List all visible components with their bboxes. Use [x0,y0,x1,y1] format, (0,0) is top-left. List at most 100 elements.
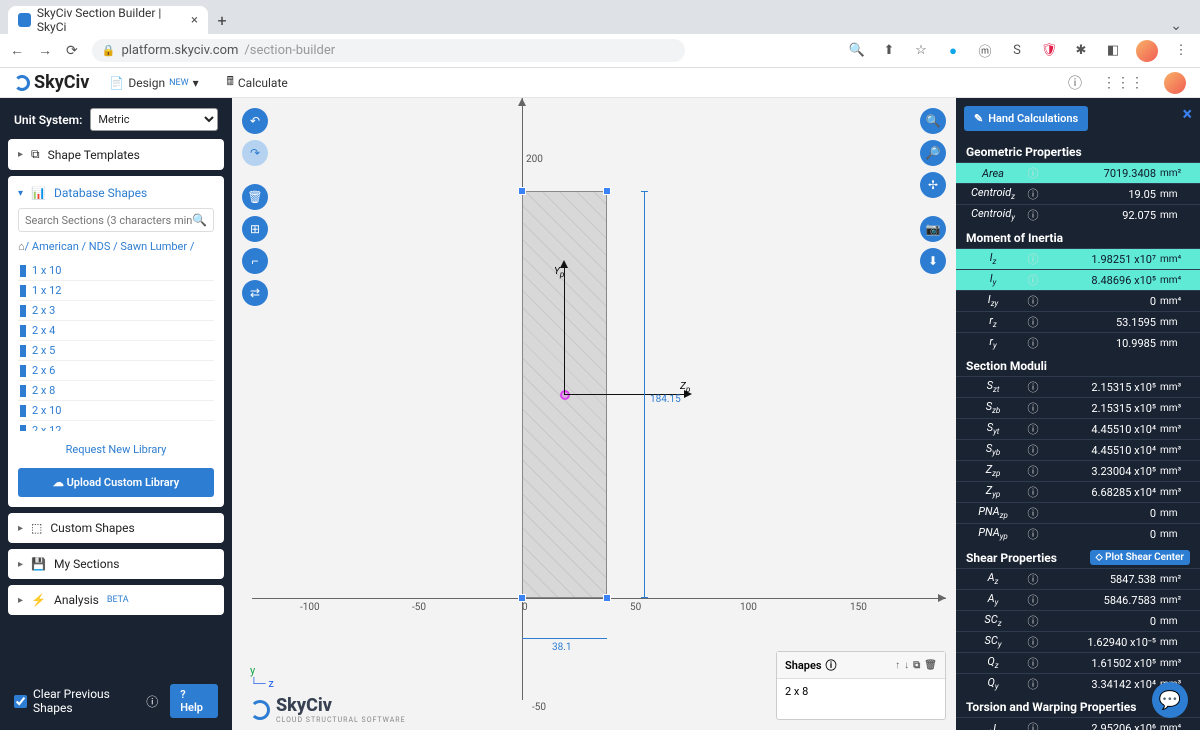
database-shapes-header[interactable]: ▾ 📊 Database Shapes [18,186,214,200]
upload-library-button[interactable]: ☁ Upload Custom Library [18,468,214,497]
forward-icon[interactable]: → [38,42,52,59]
clear-previous-checkbox[interactable] [14,695,27,708]
info-icon[interactable]: ⓘ [1024,272,1042,288]
request-library-link[interactable]: Request New Library [18,439,214,460]
back-icon[interactable]: ← [10,42,24,59]
shape-item[interactable]: 2 x 6 [18,361,214,381]
info-icon[interactable]: ⓘ [1024,379,1042,395]
info-icon[interactable]: ⓘ [1024,613,1042,629]
panel-custom-shapes[interactable]: ▸ ⬚ Custom Shapes [8,513,224,543]
info-icon[interactable]: ⓘ [1024,655,1042,671]
url-field[interactable]: 🔒 platform.skyciv.com/section-builder [92,39,685,62]
shape-item[interactable]: 2 x 4 [18,321,214,341]
home-icon[interactable]: ⌂ [18,240,25,253]
info-icon[interactable]: ⓘ [1024,571,1042,587]
shape-list[interactable]: 1 x 101 x 122 x 32 x 42 x 52 x 62 x 82 x… [18,261,214,431]
info-icon[interactable]: ⓘ [1024,314,1042,330]
copy-icon[interactable]: ⧉ [913,660,920,671]
hand-calculations-button[interactable]: ✎ Hand Calculations [964,106,1088,131]
shape-item[interactable]: 2 x 5 [18,341,214,361]
app-logo[interactable]: SkyCiv [14,72,89,93]
handle-tr[interactable] [603,187,611,195]
panel-my-sections[interactable]: ▸ 💾 My Sections [8,549,224,579]
search-page-icon[interactable]: 🔍 [848,42,866,60]
info-icon[interactable]: ⓘ [1024,442,1042,458]
help-button[interactable]: ? Help [170,684,218,718]
breadcrumb[interactable]: ⌂/ American / NDS / Sawn Lumber / [18,240,214,253]
browser-tab[interactable]: SkyCiv Section Builder | SkyCi × [8,6,208,34]
chat-icon[interactable]: 💬 [1152,682,1188,718]
shape-item[interactable]: 2 x 12 [18,421,214,431]
menu-design[interactable]: 📄 Design NEW ▾ [109,72,198,93]
sidepanel-icon[interactable]: ◧ [1104,42,1122,60]
shape-item[interactable]: 2 x 8 [18,381,214,401]
ext2-icon[interactable]: ⓜ [976,42,994,60]
new-tab-button[interactable]: + [208,6,236,34]
ext3-icon[interactable]: S [1008,42,1026,60]
tool-download-icon[interactable]: ⬇ [920,248,946,274]
selected-shape[interactable]: 2 x 8 [785,685,808,698]
info-icon[interactable]: ⓘ [1024,335,1042,351]
tool-fit-icon[interactable]: ✢ [920,172,946,198]
help-icon[interactable]: ⓘ [1068,73,1082,93]
tool-undo-icon[interactable]: ↶ [242,108,268,134]
info-icon[interactable]: ⓘ [1024,421,1042,437]
tabs-chevron-icon[interactable]: ⌄ [1170,18,1192,34]
info-icon[interactable]: ⓘ [1024,720,1042,730]
bookmark-icon[interactable]: ☆ [912,42,930,60]
info-icon[interactable]: ⓘ [1024,400,1042,416]
reload-icon[interactable]: ⟳ [66,43,78,59]
shapes-panel-body[interactable]: 2 x 8 [777,679,945,719]
info-icon[interactable]: ⓘ [826,657,837,673]
panel-analysis[interactable]: ▸ ⚡ Analysis BETA [8,585,224,615]
info-icon[interactable]: ⓘ [1024,484,1042,500]
plot-shear-button[interactable]: ⬦ Plot Shear Center [1090,550,1190,565]
shape-item[interactable]: 2 x 10 [18,401,214,421]
info-icon[interactable]: ⓘ [1024,634,1042,650]
apps-icon[interactable]: ⋮⋮⋮ [1102,75,1144,91]
info-icon[interactable]: ⓘ [1024,293,1042,309]
tool-grid-icon[interactable]: ⊞ [242,216,268,242]
info-icon[interactable]: ⓘ [1024,592,1042,608]
tool-delete-icon[interactable]: 🗑 [242,184,268,210]
canvas[interactable]: ↶ ↷ 🗑 ⊞ ⌐ ⇄ 🔍 🔎 ✢ 📷 ⬇ 200 150 100 50 -50… [232,98,956,730]
delete-icon[interactable]: 🗑 [924,660,937,671]
handle-tl[interactable] [518,187,526,195]
panel-shape-templates[interactable]: ▸ ⧉ Shape Templates [8,139,224,170]
share-icon[interactable]: ⬆ [880,42,898,60]
tool-toggle-icon[interactable]: ⇄ [242,280,268,306]
close-icon[interactable]: × [1182,104,1192,125]
handle-bl[interactable] [518,594,526,602]
tool-camera-icon[interactable]: 📷 [920,216,946,242]
info-icon[interactable]: ⓘ [146,693,158,710]
info-icon[interactable]: ⓘ [1024,165,1042,181]
menu-icon[interactable]: ⋮ [1172,42,1190,60]
menu-calculate[interactable]: 🖩 Calculate [227,72,288,93]
ext1-icon[interactable]: ● [944,42,962,60]
move-down-icon[interactable]: ↓ [904,660,909,671]
tool-snap-icon[interactable]: ⌐ [242,248,268,274]
info-icon[interactable]: ⓘ [1024,463,1042,479]
info-icon[interactable]: ⓘ [1024,186,1042,202]
handle-br[interactable] [603,594,611,602]
info-icon[interactable]: ⓘ [1024,207,1042,223]
extensions-icon[interactable]: ✱ [1072,42,1090,60]
tool-redo-icon[interactable]: ↷ [242,140,268,166]
shape-item[interactable]: 1 x 10 [18,261,214,281]
info-icon[interactable]: ⓘ [1024,251,1042,267]
tool-zoomout-icon[interactable]: 🔎 [920,140,946,166]
search-sections[interactable]: 🔍 [18,208,214,232]
tool-zoomin-icon[interactable]: 🔍 [920,108,946,134]
user-avatar[interactable] [1164,72,1186,94]
ext4-icon[interactable]: 🛡 [1040,42,1058,60]
search-input[interactable] [25,214,192,227]
info-icon[interactable]: ⓘ [1024,505,1042,521]
profile-avatar[interactable] [1136,40,1158,62]
info-icon[interactable]: ⓘ [1024,526,1042,542]
move-up-icon[interactable]: ↑ [895,660,900,671]
shape-item[interactable]: 1 x 12 [18,281,214,301]
unit-select[interactable]: Metric [90,108,218,131]
close-icon[interactable]: × [191,13,198,28]
shape-item[interactable]: 2 x 3 [18,301,214,321]
info-icon[interactable]: ⓘ [1024,676,1042,692]
